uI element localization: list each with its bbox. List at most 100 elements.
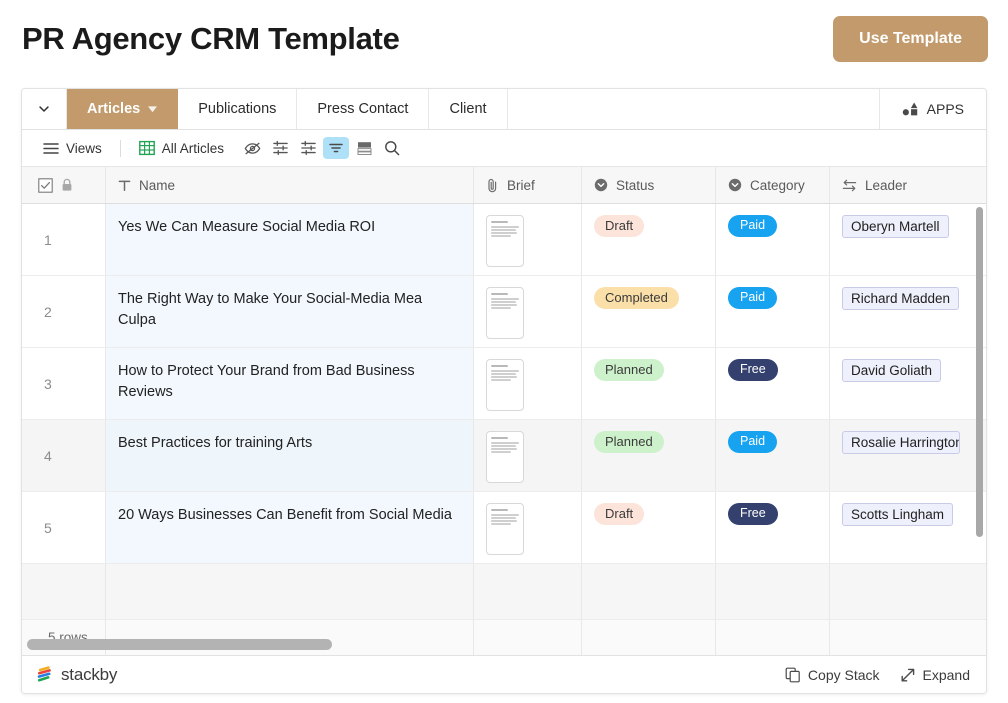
tab-label: Publications	[198, 101, 276, 117]
apps-button[interactable]: APPS	[880, 89, 986, 129]
cell-status[interactable]: Draft	[582, 492, 716, 563]
table-row[interactable]: 2 The Right Way to Make Your Social-Media…	[22, 276, 986, 348]
cell-name[interactable]: Yes We Can Measure Social Media ROI	[106, 204, 474, 275]
header-column-category[interactable]: Category	[716, 167, 830, 203]
brief-thumbnail[interactable]	[486, 215, 524, 267]
cell-status[interactable]: Draft	[582, 204, 716, 275]
table-row[interactable]: 3How to Protect Your Brand from Bad Busi…	[22, 348, 986, 420]
horizontal-scrollbar[interactable]	[27, 639, 332, 650]
brand: stackby	[36, 665, 117, 685]
table-row[interactable]: 1 Yes We Can Measure Social Media ROI Draf…	[22, 204, 986, 276]
row-number: 1	[22, 204, 106, 275]
grid-filler-row	[22, 564, 986, 620]
leader-chip[interactable]: Oberyn Martell	[842, 215, 949, 238]
filter-icon[interactable]	[323, 137, 349, 159]
article-name: The Right Way to Make Your Social-Media …	[118, 289, 461, 331]
cell-category[interactable]: Paid	[716, 276, 830, 347]
footer-actions: Copy Stack Expand	[785, 667, 970, 683]
cell-category[interactable]: Free	[716, 492, 830, 563]
article-name: Yes We Can Measure Social Media ROI	[118, 217, 375, 238]
cell-status[interactable]: Completed	[582, 276, 716, 347]
paperclip-icon	[486, 178, 499, 193]
status-badge: Planned	[594, 359, 664, 381]
cell-name[interactable]: The Right Way to Make Your Social-Media …	[106, 276, 474, 347]
leader-chip[interactable]: Richard Madden	[842, 287, 959, 310]
table-row[interactable]: 520 Ways Businesses Can Benefit from Soc…	[22, 492, 986, 564]
grid: Name Brief	[22, 167, 986, 655]
cell-status[interactable]: Planned	[582, 420, 716, 491]
text-field-icon	[118, 179, 131, 192]
hamburger-icon	[43, 142, 59, 155]
leader-chip[interactable]: David Goliath	[842, 359, 941, 382]
row-number-label: 1	[44, 232, 52, 248]
tab-press-contact[interactable]: Press Contact	[297, 89, 429, 129]
cell-brief[interactable]	[474, 492, 582, 563]
page-root: PR Agency CRM Template Use Template Arti…	[0, 0, 1008, 703]
header-label: Category	[750, 178, 805, 193]
row-number-label: 4	[44, 448, 52, 464]
cell-category[interactable]: Paid	[716, 420, 830, 491]
leader-chip[interactable]: Scotts Lingham	[842, 503, 953, 526]
cell-leader[interactable]: Scotts Lingham	[830, 492, 972, 563]
apps-label: APPS	[927, 101, 964, 117]
current-view-button[interactable]: All Articles	[132, 136, 231, 160]
header-column-brief[interactable]: Brief	[474, 167, 582, 203]
single-select-icon	[728, 178, 742, 192]
cell-brief[interactable]	[474, 204, 582, 275]
cell-category[interactable]: Paid	[716, 204, 830, 275]
tab-label: Client	[449, 101, 486, 117]
sort-icon[interactable]	[267, 137, 293, 159]
cell-brief[interactable]	[474, 348, 582, 419]
copy-stack-button[interactable]: Copy Stack	[785, 667, 880, 683]
lock-icon	[61, 178, 73, 192]
brief-thumbnail[interactable]	[486, 431, 524, 483]
search-icon[interactable]	[379, 137, 405, 159]
use-template-button[interactable]: Use Template	[833, 16, 988, 62]
category-badge: Paid	[728, 431, 777, 453]
row-height-icon[interactable]	[351, 137, 377, 159]
tab-articles[interactable]: Articles	[67, 89, 178, 129]
table-row[interactable]: 4 Best Practices for training Arts Planned…	[22, 420, 986, 492]
tab-label: Articles	[87, 101, 140, 117]
grid-header-row: Name Brief	[22, 167, 986, 204]
brief-thumbnail[interactable]	[486, 287, 524, 339]
cell-leader[interactable]: Richard Madden	[830, 276, 972, 347]
header-column-name[interactable]: Name	[106, 167, 474, 203]
header-select-all[interactable]	[22, 167, 106, 203]
sidebar-toggle-caret[interactable]	[22, 89, 67, 129]
page-title: PR Agency CRM Template	[22, 20, 400, 57]
category-badge: Free	[728, 359, 778, 381]
views-button[interactable]: Views	[36, 137, 109, 160]
cell-name[interactable]: Best Practices for training Arts	[106, 420, 474, 491]
header-column-leader[interactable]: Leader	[830, 167, 972, 203]
leader-chip[interactable]: Rosalie Harrington	[842, 431, 960, 454]
cell-brief[interactable]	[474, 276, 582, 347]
tab-client[interactable]: Client	[429, 89, 507, 129]
cell-leader[interactable]: Oberyn Martell	[830, 204, 972, 275]
brief-thumbnail[interactable]	[486, 503, 524, 555]
grid-icon	[139, 140, 155, 156]
cell-brief[interactable]	[474, 420, 582, 491]
filler-cell	[830, 620, 972, 655]
vertical-scrollbar[interactable]	[976, 207, 983, 537]
cell-name[interactable]: 20 Ways Businesses Can Benefit from Soci…	[106, 492, 474, 563]
expand-button[interactable]: Expand	[900, 667, 970, 683]
filler-cell	[716, 564, 830, 619]
group-icon[interactable]	[295, 137, 321, 159]
cell-leader[interactable]: Rosalie Harrington	[830, 420, 972, 491]
app-footer: stackby Copy Stack	[22, 655, 986, 693]
cell-category[interactable]: Free	[716, 348, 830, 419]
cell-leader[interactable]: David Goliath	[830, 348, 972, 419]
page-header: PR Agency CRM Template Use Template	[0, 0, 1008, 72]
filler-cell	[582, 564, 716, 619]
row-number: 2	[22, 276, 106, 347]
checkbox-icon[interactable]	[38, 178, 53, 193]
category-badge: Free	[728, 503, 778, 525]
header-column-status[interactable]: Status	[582, 167, 716, 203]
cell-status[interactable]: Planned	[582, 348, 716, 419]
hide-fields-icon[interactable]	[239, 137, 265, 159]
brief-thumbnail[interactable]	[486, 359, 524, 411]
filler-cell	[830, 564, 972, 619]
cell-name[interactable]: How to Protect Your Brand from Bad Busin…	[106, 348, 474, 419]
tab-publications[interactable]: Publications	[178, 89, 297, 129]
